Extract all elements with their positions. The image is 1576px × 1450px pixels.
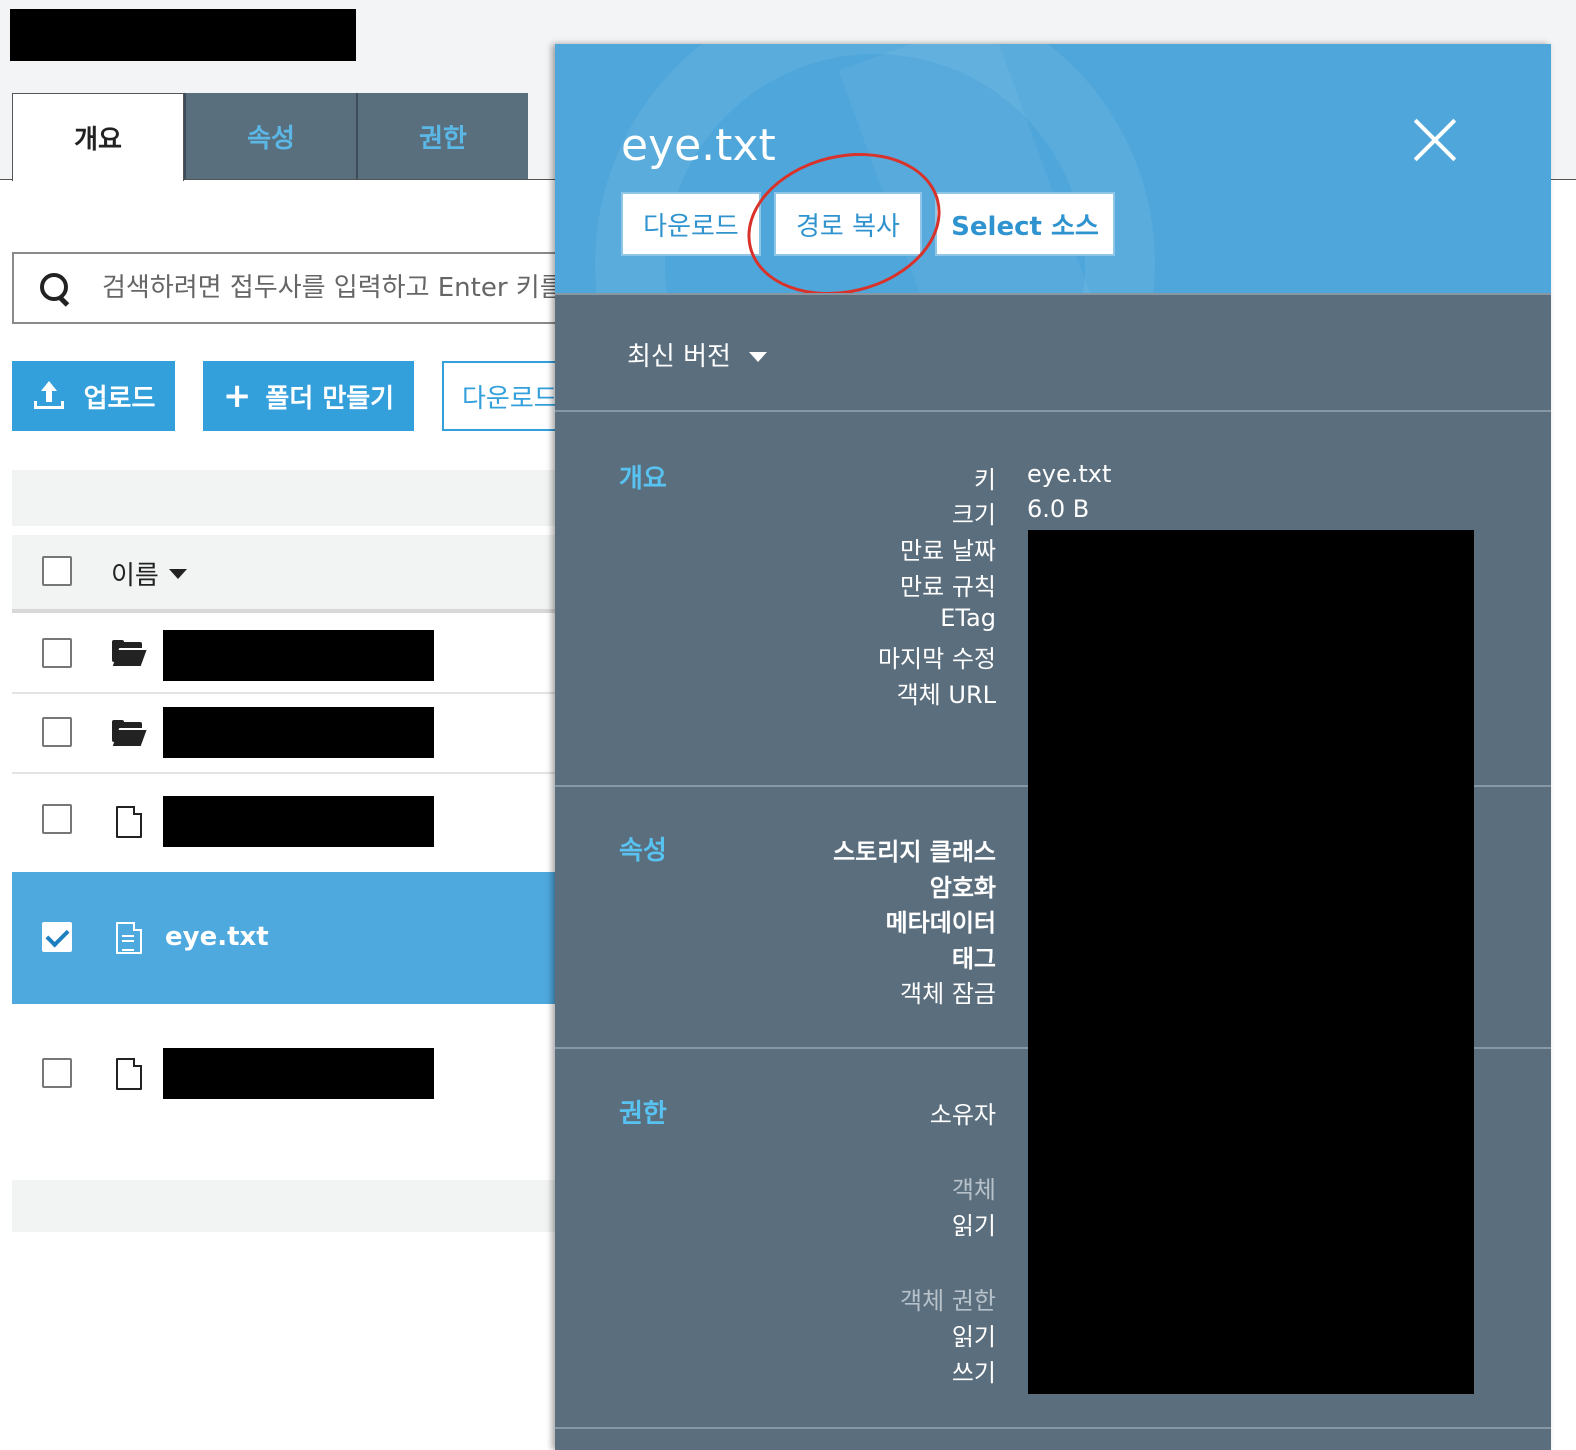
upload-icon xyxy=(32,381,66,411)
expiry-rule-label: 만료 규칙 xyxy=(900,573,996,601)
search-input[interactable] xyxy=(100,272,584,304)
selected-row[interactable]: eye.txt xyxy=(12,872,572,1004)
upload-label: 업로드 xyxy=(83,383,156,414)
redacted-bucket-name xyxy=(10,9,356,61)
metadata-link[interactable]: 메타데이터 xyxy=(886,903,996,938)
check-icon xyxy=(45,923,70,948)
upload-button[interactable]: 업로드 xyxy=(12,361,175,431)
row-name-link[interactable]: eye.txt xyxy=(165,922,269,952)
panel-download-button[interactable]: 다운로드 xyxy=(621,192,761,256)
size-value: 6.0 B xyxy=(1027,495,1090,523)
row-checkbox[interactable] xyxy=(42,717,72,747)
tab-permissions[interactable]: 권한 xyxy=(356,93,528,179)
permission-write-label: 쓰기 xyxy=(951,1359,996,1387)
create-folder-button[interactable]: + 폴더 만들기 xyxy=(203,361,414,431)
panel-title: eye.txt xyxy=(621,120,776,171)
divider xyxy=(555,293,1551,295)
row-checkbox-checked[interactable] xyxy=(42,922,72,952)
redacted-values-block xyxy=(1028,530,1474,1394)
tab-overview[interactable]: 개요 xyxy=(12,93,184,181)
key-value: eye.txt xyxy=(1027,460,1112,488)
panel-header: eye.txt 다운로드 경로 복사 Select 소스 xyxy=(555,44,1551,294)
divider xyxy=(555,1427,1551,1429)
download-label: 다운로드 xyxy=(462,383,558,414)
header-divider xyxy=(12,609,572,613)
redacted-row-name xyxy=(163,630,434,681)
encryption-link[interactable]: 암호화 xyxy=(930,868,996,903)
divider xyxy=(555,410,1551,412)
object-url-label: 객체 URL xyxy=(896,681,996,709)
etag-label: ETag xyxy=(940,604,996,632)
permission-read-label: 읽기 xyxy=(951,1323,996,1351)
create-folder-label: 폴더 만들기 xyxy=(265,383,395,414)
sort-caret-icon xyxy=(168,568,187,579)
list-header xyxy=(12,535,572,611)
file-icon xyxy=(116,806,142,838)
owner-label: 소유자 xyxy=(929,1101,996,1129)
redacted-row-name xyxy=(163,796,434,847)
plus-icon: + xyxy=(222,376,252,416)
select-all-checkbox[interactable] xyxy=(42,556,72,586)
search-icon xyxy=(38,271,72,307)
tags-link[interactable]: 태그 xyxy=(952,939,996,974)
object-lock-label: 객체 잠금 xyxy=(900,980,996,1008)
expiry-date-label: 만료 날짜 xyxy=(900,537,996,565)
tab-bar: 개요 속성 권한 xyxy=(12,93,528,181)
tab-properties[interactable]: 속성 xyxy=(184,93,356,179)
list-footer xyxy=(12,1180,572,1232)
row-checkbox[interactable] xyxy=(42,638,72,668)
properties-section-title: 속성 xyxy=(619,836,667,866)
object-permissions-heading: 객체 권한 xyxy=(900,1287,996,1315)
object-heading: 객체 xyxy=(951,1176,996,1204)
size-label: 크기 xyxy=(951,501,996,529)
permissions-section-title: 권한 xyxy=(619,1099,667,1129)
object-read-label: 읽기 xyxy=(951,1212,996,1240)
close-icon[interactable] xyxy=(1413,118,1457,162)
row-checkbox[interactable] xyxy=(42,804,72,834)
last-modified-label: 마지막 수정 xyxy=(877,645,996,673)
folder-icon xyxy=(112,720,148,746)
row-checkbox[interactable] xyxy=(42,1058,72,1088)
redacted-row-name xyxy=(163,1048,434,1099)
list-info-bar xyxy=(12,470,572,526)
version-label: 최신 버전 xyxy=(627,342,731,372)
name-header-label: 이름 xyxy=(111,561,159,591)
name-column-header[interactable]: 이름 xyxy=(111,555,187,592)
version-selector[interactable]: 최신 버전 xyxy=(627,336,767,373)
storage-class-link[interactable]: 스토리지 클래스 xyxy=(833,832,996,867)
file-icon xyxy=(116,1058,142,1090)
row-divider xyxy=(12,772,572,774)
row-divider xyxy=(12,692,572,694)
caret-down-icon xyxy=(748,351,767,362)
key-label: 키 xyxy=(973,466,996,494)
select-source-button[interactable]: Select 소스 xyxy=(935,192,1115,256)
folder-icon xyxy=(112,640,148,666)
redacted-row-name xyxy=(163,707,434,758)
search-box xyxy=(12,252,612,324)
overview-section-title: 개요 xyxy=(619,464,667,494)
text-file-icon xyxy=(116,922,142,954)
